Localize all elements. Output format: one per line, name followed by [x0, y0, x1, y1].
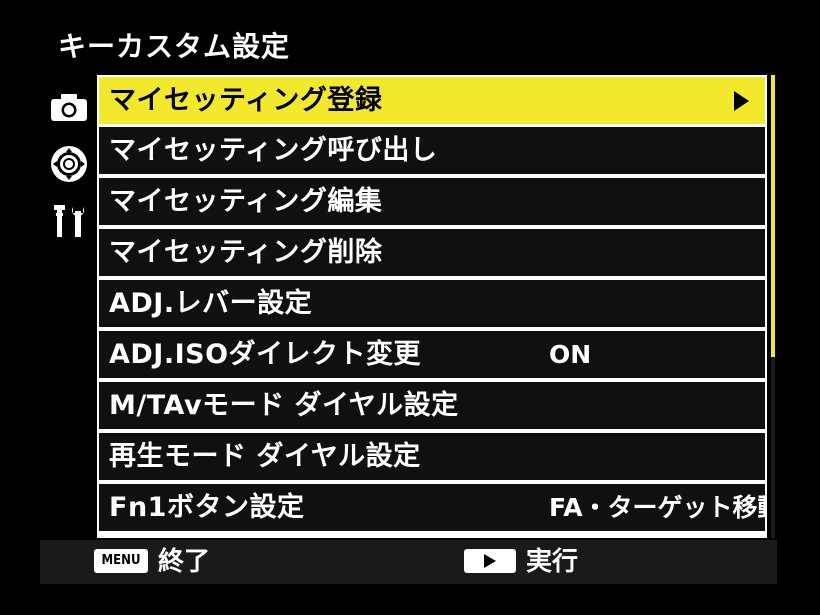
menu-item-adj-iso-direct[interactable]: ADJ.ISOダイレクト変更 ON — [99, 331, 765, 378]
menu-item-my-setting-recall[interactable]: マイセッティング呼び出し — [99, 127, 765, 174]
scrollbar[interactable] — [771, 75, 775, 538]
menu-item-playback-dial-setting[interactable]: 再生モード ダイヤル設定 — [99, 433, 765, 480]
menu-item-mtav-dial-setting[interactable]: M/TAvモード ダイヤル設定 — [99, 382, 765, 429]
page-title: キーカスタム設定 — [58, 30, 291, 63]
tab-shooting[interactable] — [42, 84, 96, 130]
wrench-icon — [54, 205, 84, 237]
tab-setup[interactable] — [42, 198, 96, 244]
menu-item-adj-lever-setting[interactable]: ADJ.レバー設定 — [99, 280, 765, 327]
scrollbar-thumb[interactable] — [771, 75, 775, 357]
dial-dpad-icon — [51, 146, 87, 182]
play-key-icon — [464, 549, 516, 573]
menu-item-label: M/TAvモード ダイヤル設定 — [109, 390, 459, 421]
play-triangle-icon — [484, 554, 496, 568]
submenu-arrow-icon — [734, 91, 749, 111]
menu-item-value: FA・ターゲット移動 — [549, 493, 767, 522]
menu-item-label: 再生モード ダイヤル設定 — [109, 441, 421, 472]
execute-hint-label: 実行 — [526, 547, 579, 577]
menu-list: マイセッティング登録 マイセッティング呼び出し マイセッティング編集 マイセッテ… — [97, 75, 767, 538]
menu-item-my-setting-edit[interactable]: マイセッティング編集 — [99, 178, 765, 225]
camera-menu-screen: キーカスタム設定 マイセッティング登録 マイセッティング呼び出し マイセッティン… — [0, 0, 820, 615]
camera-icon — [51, 94, 87, 121]
menu-item-label: ADJ.ISOダイレクト変更 — [109, 339, 422, 370]
menu-item-label: マイセッティング登録 — [109, 85, 383, 116]
menu-key-icon: MENU — [94, 549, 148, 573]
tab-custom[interactable] — [42, 141, 96, 187]
menu-item-fn1-button-setting[interactable]: Fn1ボタン設定 FA・ターゲット移動 — [99, 484, 767, 531]
menu-item-label: マイセッティング編集 — [109, 186, 383, 217]
menu-item-label: マイセッティング削除 — [109, 237, 383, 268]
menu-item-label: ADJ.レバー設定 — [109, 288, 313, 319]
exit-hint-label: 終了 — [158, 547, 211, 577]
menu-item-my-setting-delete[interactable]: マイセッティング削除 — [99, 229, 765, 276]
menu-item-my-setting-register[interactable]: マイセッティング登録 — [99, 77, 765, 124]
button-guide-bar: MENU 終了 実行 — [40, 540, 777, 584]
menu-item-label: Fn1ボタン設定 — [109, 492, 305, 523]
menu-item-value: ON — [549, 340, 592, 369]
menu-item-label: マイセッティング呼び出し — [109, 135, 438, 166]
